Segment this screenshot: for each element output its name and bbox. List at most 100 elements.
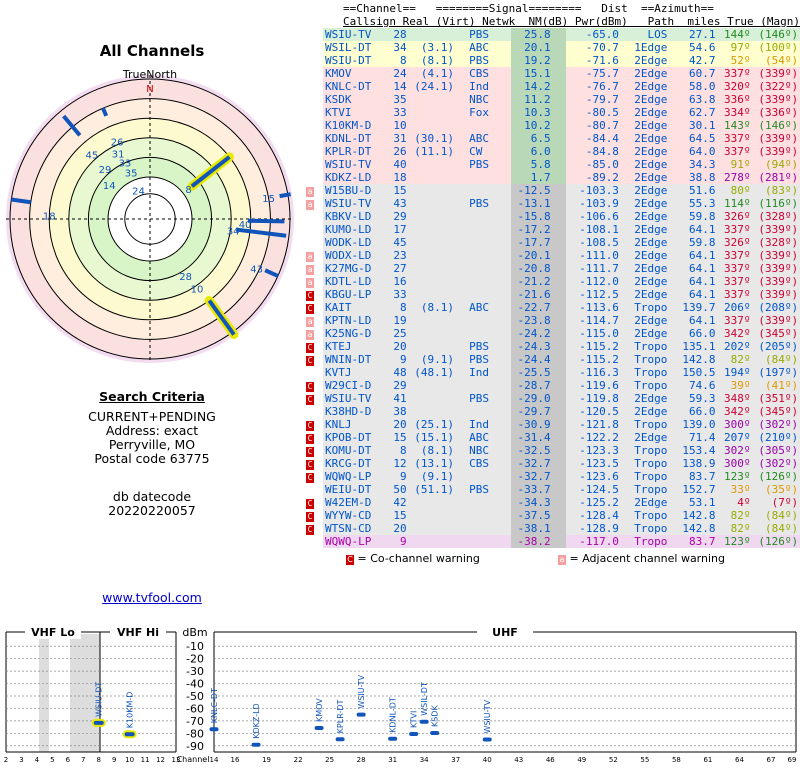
azimuth-true: 300º [717,418,752,431]
warning-cell: C [306,444,323,457]
station-row: C WTSN-CD 20 -38.1 -128.9 Tropo 142.8 82º… [306,522,800,535]
azimuth-magnetic: (339º) [751,314,800,327]
network: PBS [455,158,511,171]
path: 2Edge [621,236,670,249]
callsign: WSIU-TV [323,197,381,210]
warn-col [306,15,323,28]
warning-cell [306,405,323,418]
adjacent-channel-warning-icon: a [558,555,566,565]
network [455,535,511,548]
virtual-channel [407,106,456,119]
radar-channel-label: 15 [262,194,275,205]
vhf-tick-label: 6 [66,756,71,764]
path: Tropo [621,470,670,483]
uhf-tick-label: 34 [420,756,429,764]
nm-db: -37.5 [510,509,566,522]
distance: 42.7 [669,54,718,67]
azimuth-magnetic: (100º) [751,41,800,54]
azimuth-magnetic: (339º) [751,145,800,158]
distance: 139.7 [669,301,718,314]
azimuth-true: 320º [717,80,752,93]
distance: 38.8 [669,171,718,184]
distance: 53.1 [669,496,718,509]
vhf-tick-label: 9 [112,756,116,764]
path: Tropo [621,379,670,392]
callsign: KRCG-DT [323,457,381,470]
adjacent-channel-warning-icon: a [306,330,314,340]
network [455,210,511,223]
distance: 64.1 [669,275,718,288]
vhf-tick-label: 11 [141,756,150,764]
nm-db: 19.2 [510,54,566,67]
path: 2Edge [621,93,670,106]
nm-db: 14.2 [510,80,566,93]
callsign: WYYW-CD [323,509,381,522]
station-row: C W29CI-D 29 -28.7 -119.6 Tropo 74.6 39º … [306,379,800,392]
azimuth-true: 336º [717,93,752,106]
spectrum-mark [124,732,135,737]
co-channel-warning-icon: C [306,499,314,509]
path: Tropo [621,457,670,470]
real-channel: 9 [380,470,408,483]
virtual-channel [407,509,456,522]
nm-db: -13.1 [510,197,566,210]
real-channel: 15 [380,509,408,522]
power-dbm: -80.5 [565,106,621,119]
spectrum-mark [430,730,440,735]
real-channel: 20 [380,340,408,353]
callsign: WODK-LD [323,236,381,249]
azimuth-magnetic: (328º) [751,236,800,249]
virtual-channel [407,405,456,418]
network [455,249,511,262]
nm-db: -32.5 [510,444,566,457]
azimuth-true: 337º [717,275,752,288]
callsign: K25NG-D [323,327,381,340]
power-dbm: -115.2 [565,340,621,353]
real-channel: 26 [380,145,408,158]
distance: 62.7 [669,106,718,119]
real-channel: 45 [380,236,408,249]
nm-db: -34.3 [510,496,566,509]
network [455,327,511,340]
distance: 59.8 [669,236,718,249]
azimuth-true: 348º [717,392,752,405]
co-channel-warning-icon: C [306,395,314,405]
virtual-channel [407,28,456,41]
power-dbm: -70.7 [565,41,621,54]
callsign: K10KM-D [323,119,381,132]
criteria-line: CURRENT+PENDING [88,409,216,424]
azimuth-true: 302º [717,444,752,457]
distance: 54.6 [669,41,718,54]
path: 2Edge [621,197,670,210]
path: Tropo [621,366,670,379]
network: ABC [455,301,511,314]
network: CW [455,145,511,158]
station-row: C KAIT 8 (8.1) ABC -22.7 -113.6 Tropo 139… [306,301,800,314]
virtual-channel: (3.1) [407,41,456,54]
vhf-lo-label: VHF Lo [31,626,75,639]
tvfool-link[interactable]: www.tvfool.com [40,590,264,605]
spectrum-mark [482,737,492,742]
y-axis-label: -40 [186,678,204,691]
station-row: C KNLJ 20 (25.1) Ind -30.9 -121.8 Tropo 1… [306,418,800,431]
uhf-tick-label: 69 [788,756,797,764]
path: 2Edge [621,327,670,340]
nm-db: -25.5 [510,366,566,379]
path: Tropo [621,535,670,548]
network [455,496,511,509]
callsign: KMOV [323,67,381,80]
station-row: KDNL-DT 31 (30.1) ABC 6.5 -84.4 2Edge 64… [306,132,800,145]
distance: 142.8 [669,522,718,535]
azimuth-magnetic: (94º) [751,158,800,171]
uhf-tick-label: 67 [767,756,776,764]
path: 2Edge [621,275,670,288]
network: PBS [455,54,511,67]
azimuth-magnetic: (351º) [751,392,800,405]
path: 2Edge [621,249,670,262]
callsign: WQWQ-LP [323,470,381,483]
azimuth-true: 123º [717,535,752,548]
network [455,522,511,535]
warn-col [306,2,323,15]
azimuth-magnetic: (339º) [751,93,800,106]
vhf-tick-label: 5 [50,756,54,764]
